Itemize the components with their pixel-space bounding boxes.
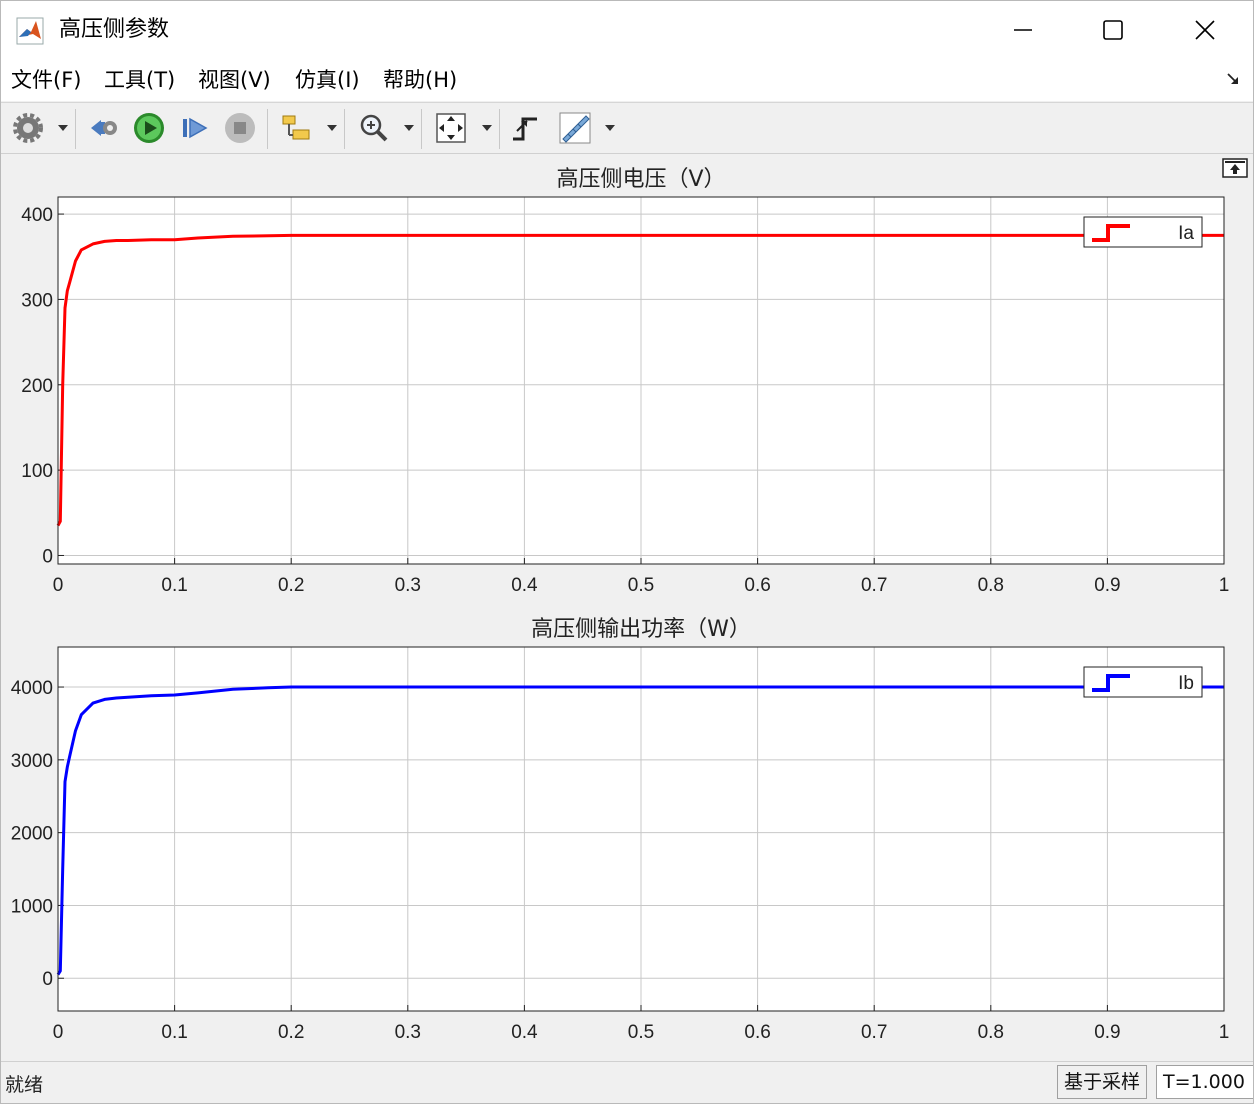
triggers-icon[interactable] — [509, 111, 543, 145]
y-tick-label: 0 — [42, 546, 53, 567]
y-tick-label: 1000 — [11, 896, 53, 917]
x-tick-label: 0.3 — [395, 575, 421, 596]
y-tick-label: 200 — [21, 376, 53, 397]
plot-area: 0 0.1 0.2 0.3 0.4 0.5 0.6 0.7 0.8 0.9 1 0 100 200 300 4… — [1, 154, 1253, 1060]
fit-dropdown-icon[interactable] — [482, 125, 492, 131]
toolbar-separator — [499, 109, 500, 149]
x-tick-label: 0.2 — [278, 1022, 304, 1043]
toolbar-separator — [75, 109, 76, 149]
x-tick-label: 1 — [1219, 575, 1230, 596]
menu-tools[interactable]: 工具(T) — [104, 66, 175, 94]
fit-view-icon[interactable] — [434, 111, 468, 145]
title-bar[interactable]: 高压侧参数 — [1, 1, 1253, 59]
x-tick-label: 0.4 — [511, 575, 538, 596]
y-tick-label: 3000 — [11, 751, 53, 772]
status-bar: 就绪 基于采样 T=1.000 — [1, 1061, 1253, 1103]
x-tick-label: 0.9 — [1094, 575, 1120, 596]
status-mode: 基于采样 — [1057, 1065, 1148, 1099]
close-button[interactable] — [1159, 1, 1251, 59]
menu-bar: 文件(F) 工具(T) 视图(V) 仿真(I) 帮助(H) — [1, 59, 1253, 101]
toolbar-separator — [344, 109, 345, 149]
x-tick-label: 0.8 — [978, 575, 1004, 596]
x-tick-label: 0 — [53, 575, 64, 596]
expand-arrow-icon[interactable] — [1225, 71, 1241, 87]
x-tick-label: 0.2 — [278, 575, 304, 596]
close-icon — [1195, 20, 1215, 40]
x-tick-label: 0.4 — [511, 1022, 538, 1043]
zoom-icon[interactable] — [357, 111, 391, 145]
run-icon[interactable] — [132, 111, 166, 145]
restore-icon[interactable] — [87, 111, 121, 145]
x-tick-label: 0.6 — [744, 575, 770, 596]
chart-title: 高压侧输出功率（W） — [531, 617, 751, 642]
settings-icon[interactable] — [11, 111, 45, 145]
status-text: 就绪 — [5, 1074, 44, 1096]
x-tick-label: 0.7 — [861, 575, 887, 596]
chart-title: 高压侧电压（V） — [556, 167, 725, 192]
x-tick-label: 0.3 — [395, 1022, 421, 1043]
measure-icon[interactable] — [558, 111, 592, 145]
x-tick-label: 0.8 — [978, 1022, 1004, 1043]
x-tick-label: 0.5 — [628, 1022, 654, 1043]
step-forward-icon[interactable] — [178, 111, 212, 145]
stop-icon[interactable] — [223, 111, 257, 145]
zoom-dropdown-icon[interactable] — [404, 125, 414, 131]
y-tick-label: 300 — [21, 290, 53, 311]
highlight-icon[interactable] — [279, 111, 313, 145]
x-tick-label: 0.7 — [861, 1022, 887, 1043]
undock-icon[interactable] — [1222, 158, 1248, 178]
menu-file[interactable]: 文件(F) — [11, 66, 81, 94]
toolbar-separator — [267, 109, 268, 149]
scope-plots: 0 0.1 0.2 0.3 0.4 0.5 0.6 0.7 0.8 0.9 101002003004… — [11, 167, 1230, 1043]
matlab-icon — [16, 17, 44, 45]
y-tick-label: 100 — [21, 461, 53, 482]
maximize-icon — [1103, 20, 1123, 40]
settings-dropdown-icon[interactable] — [58, 125, 68, 131]
x-tick-label: 0 — [53, 1022, 64, 1043]
legend-label: Ia — [1178, 223, 1194, 244]
legend-label: Ib — [1178, 673, 1194, 694]
x-tick-label: 0.9 — [1094, 1022, 1120, 1043]
minimize-button[interactable] — [977, 1, 1069, 59]
menu-help[interactable]: 帮助(H) — [383, 66, 457, 94]
x-tick-label: 1 — [1219, 1022, 1230, 1043]
toolbar — [1, 102, 1253, 154]
x-tick-label: 0.5 — [628, 575, 654, 596]
highlight-dropdown-icon[interactable] — [327, 125, 337, 131]
maximize-button[interactable] — [1067, 1, 1159, 59]
x-tick-label: 0.1 — [161, 1022, 187, 1043]
y-tick-label: 4000 — [11, 678, 53, 699]
y-tick-label: 400 — [21, 205, 53, 226]
minimize-icon — [1014, 29, 1032, 31]
y-tick-label: 2000 — [11, 824, 53, 845]
y-tick-label: 0 — [42, 969, 53, 990]
menu-simulation[interactable]: 仿真(I) — [295, 66, 360, 94]
x-tick-label: 0.1 — [161, 575, 187, 596]
measure-dropdown-icon[interactable] — [605, 125, 615, 131]
toolbar-separator — [421, 109, 422, 149]
x-tick-label: 0.6 — [744, 1022, 770, 1043]
menu-view[interactable]: 视图(V) — [198, 66, 271, 94]
scope-window: 高压侧参数 文件(F) 工具(T) 视图(V) 仿真(I) 帮助(H) 0 0.… — [0, 0, 1254, 1104]
window-title: 高压侧参数 — [59, 17, 170, 42]
status-time: T=1.000 — [1156, 1065, 1253, 1099]
